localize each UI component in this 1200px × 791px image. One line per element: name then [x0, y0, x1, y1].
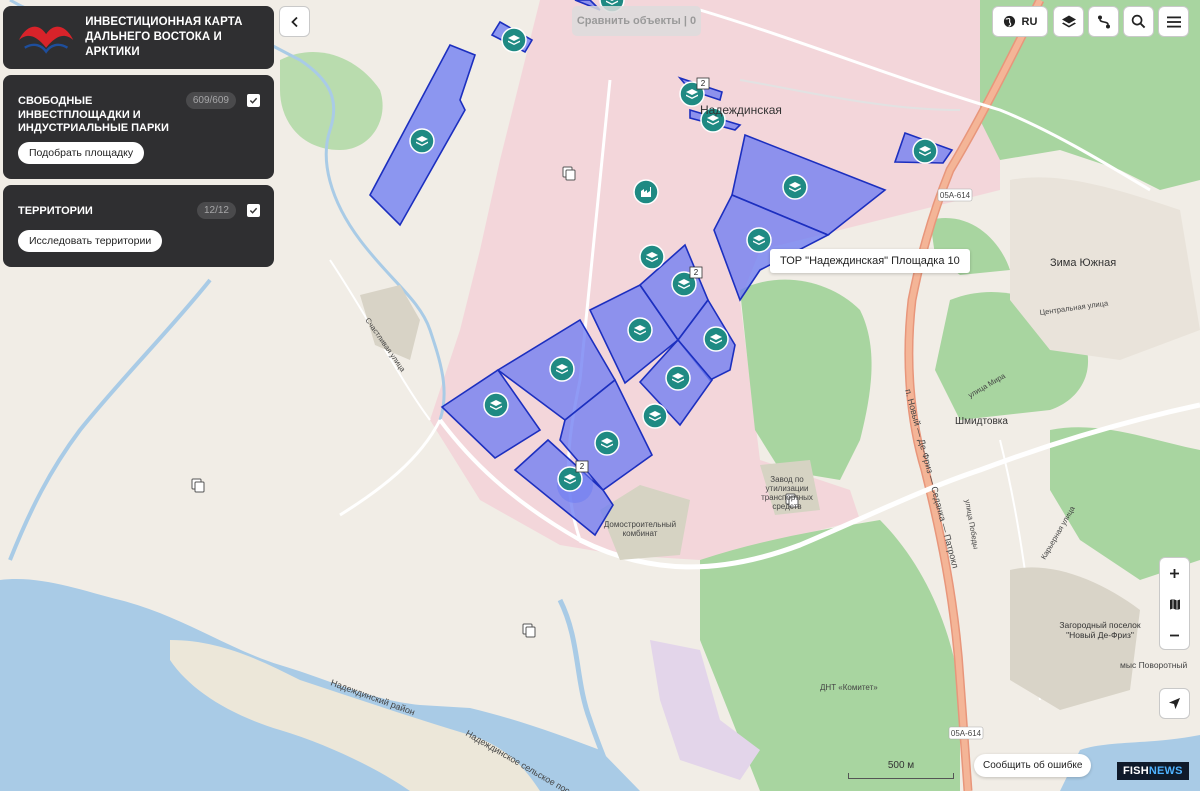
- section-title-line: ИНДУСТРИАЛЬНЫЕ ПАРКИ: [18, 122, 169, 134]
- logo-panel: ИНВЕСТИЦИОННАЯ КАРТА ДАЛЬНЕГО ВОСТОКА И …: [3, 6, 274, 69]
- object-marker[interactable]: [746, 227, 772, 253]
- zoom-in-button[interactable]: [1160, 558, 1189, 589]
- label-settlement: Шмидтовка: [955, 416, 1008, 427]
- route-button[interactable]: [1088, 6, 1119, 37]
- object-marker[interactable]: [627, 317, 653, 343]
- label-kombinat-wrap: Домостроительный комбинат: [603, 520, 677, 538]
- zoom-out-button[interactable]: [1160, 620, 1189, 651]
- section-title-line: ИНВЕСТПЛОЩАДКИ И: [18, 108, 141, 121]
- globe-icon: [1003, 15, 1015, 28]
- plus-icon: [1170, 569, 1179, 578]
- label-village: Загородный поселок "Новый Де-Фриз": [1059, 620, 1141, 640]
- cluster-badge: 2: [580, 462, 585, 471]
- layers-button[interactable]: [1053, 6, 1084, 37]
- label-plant-wrap: Завод по утилизации транспортных средств: [761, 475, 813, 511]
- label-road: 05А-614: [951, 729, 982, 738]
- search-button[interactable]: [1123, 6, 1154, 37]
- search-icon: [1131, 14, 1146, 29]
- map-scale: 500 м: [848, 760, 954, 779]
- object-marker[interactable]: [912, 138, 938, 164]
- compare-objects-button[interactable]: Сравнить объекты | 0: [572, 6, 701, 36]
- cluster-badge: 2: [701, 79, 706, 88]
- map-icon: [1169, 599, 1180, 610]
- label-plant: Завод по утилизации транспортных средств: [761, 475, 813, 511]
- object-marker[interactable]: [409, 128, 435, 154]
- language-button[interactable]: RU: [992, 6, 1048, 37]
- object-marker[interactable]: [633, 179, 659, 205]
- logo-icon: [18, 26, 74, 54]
- section-investplots: СВОБОДНЫЕ ИНВЕСТПЛОЩАДКИ И ИНДУСТРИАЛЬНЫ…: [3, 75, 274, 179]
- app-title-line: ДАЛЬНЕГО ВОСТОКА И АРКТИКИ: [85, 31, 222, 58]
- object-marker[interactable]: [703, 326, 729, 352]
- object-marker[interactable]: [642, 403, 668, 429]
- scale-label: 500 м: [887, 760, 915, 771]
- layers-icon: [1061, 15, 1076, 27]
- explore-territories-button[interactable]: Исследовать территории: [18, 230, 163, 252]
- label-settlement: Надеждинская: [700, 103, 782, 117]
- collapse-panel-button[interactable]: [279, 6, 310, 37]
- minus-icon: [1170, 634, 1179, 637]
- plot-tooltip: ТОР "Надеждинская" Площадка 10: [770, 249, 970, 273]
- section-title: СВОБОДНЫЕ ИНВЕСТПЛОЩАДКИ И ИНДУСТРИАЛЬНЫ…: [18, 95, 178, 136]
- section-title-line: СВОБОДНЫЕ: [18, 95, 93, 107]
- chevron-left-icon: [290, 16, 298, 27]
- label-dnt: ДНТ «Комитет»: [820, 683, 878, 692]
- cluster-badge: 2: [694, 268, 699, 277]
- watermark-main: FISH: [1123, 765, 1149, 777]
- count-badge: 12/12: [196, 202, 236, 219]
- object-marker[interactable]: [782, 174, 808, 200]
- object-marker[interactable]: [594, 430, 620, 456]
- section-territories: ТЕРРИТОРИИ 12/12 Исследовать территории: [3, 185, 274, 267]
- zoom-controls: [1159, 557, 1190, 650]
- geolocation-button[interactable]: [1159, 688, 1190, 719]
- app-title: ИНВЕСТИЦИОННАЯ КАРТА ДАЛЬНЕГО ВОСТОКА И …: [85, 15, 274, 60]
- object-marker[interactable]: [665, 365, 691, 391]
- map-view-button[interactable]: [1160, 589, 1189, 620]
- label-village-wrap: Загородный поселок "Новый Де-Фриз": [1059, 620, 1141, 640]
- language-label: RU: [1021, 15, 1038, 28]
- count-badge: 609/609: [185, 92, 236, 109]
- object-marker[interactable]: [639, 244, 665, 270]
- object-marker[interactable]: [549, 356, 575, 382]
- report-error-button[interactable]: Сообщить об ошибке: [974, 754, 1092, 777]
- label-road: 05А-614: [940, 191, 971, 200]
- label-kombinat: Домостроительный комбинат: [603, 520, 677, 538]
- app-title-line: ИНВЕСТИЦИОННАЯ КАРТА: [85, 16, 243, 28]
- label-cape: мыс Поворотный: [1120, 660, 1188, 670]
- section-title: ТЕРРИТОРИИ: [18, 205, 93, 217]
- navigation-icon: [1168, 697, 1181, 710]
- fishnews-watermark: FISHNEWS: [1117, 762, 1189, 780]
- find-plot-button[interactable]: Подобрать площадку: [18, 142, 145, 164]
- object-marker[interactable]: [483, 392, 509, 418]
- watermark-accent: NEWS: [1148, 765, 1183, 777]
- label-settlement: Зима Южная: [1050, 257, 1116, 269]
- object-marker[interactable]: [501, 27, 527, 53]
- checkbox-icon[interactable]: [247, 204, 260, 217]
- route-icon: [1097, 15, 1110, 28]
- scale-bar: [848, 773, 954, 779]
- menu-icon: [1166, 16, 1181, 27]
- checkbox-icon[interactable]: [247, 94, 260, 107]
- menu-button[interactable]: [1158, 6, 1189, 37]
